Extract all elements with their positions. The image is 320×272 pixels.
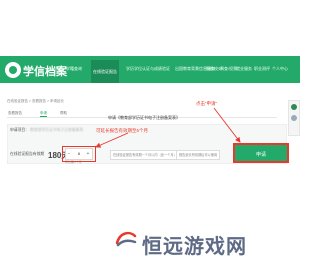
apply-button[interactable]: 申请 [233,143,289,163]
click-apply-annotation: 点击“申请” [196,101,217,106]
option-chip-1[interactable]: 在线验证报告有效期一个月以内（含一个月） [110,150,180,160]
nav-item-certification[interactable]: 学历学位认证与成绩验证 [126,66,170,72]
qr-icon [291,104,297,110]
breadcrumb: 在线验证报告 > 查看报告 > 申请延长 [7,99,64,103]
nav-item-employment[interactable]: 就业服务 [236,66,252,72]
logo-icon [5,62,21,78]
validity-annotation: 可延长报告有效期至6个月 [96,128,149,133]
service-icon [291,115,297,121]
nav-item-home[interactable]: 首页 [55,66,63,72]
apply-item-label: 申请项目： [10,128,29,132]
top-band [0,0,300,38]
form-title: 申请《教育部学历证书电子注册备案表》 [108,115,180,120]
tab-help[interactable]: 帮助 [60,111,67,116]
user-menu[interactable]: 个人中心 [272,66,288,72]
option-chip-2[interactable]: 报告延长有效期后可以使用 [176,150,221,160]
nav-item-survey[interactable]: 调查/投票 [220,66,237,72]
nav-item-career-test[interactable]: 职业测评 [254,66,270,72]
apply-item-value: 教育部学历证书电子注册备案表 [30,128,84,132]
watermark-site-name: 恒远游戏网 [142,236,247,258]
side-qr-widget[interactable] [288,100,300,136]
stepper-highlight-box [62,146,96,162]
watermark-logo-icon [115,231,137,247]
nav-item-online-report[interactable]: 在线验证报告 [91,60,119,83]
tab-apply[interactable]: 申请 [40,111,47,117]
nav-item-enrollment-query[interactable]: 学籍查询 [66,66,82,72]
tab-view-report[interactable]: 查看报告 [8,111,22,116]
duration-label: 在线验证报告有效期 [10,152,45,156]
